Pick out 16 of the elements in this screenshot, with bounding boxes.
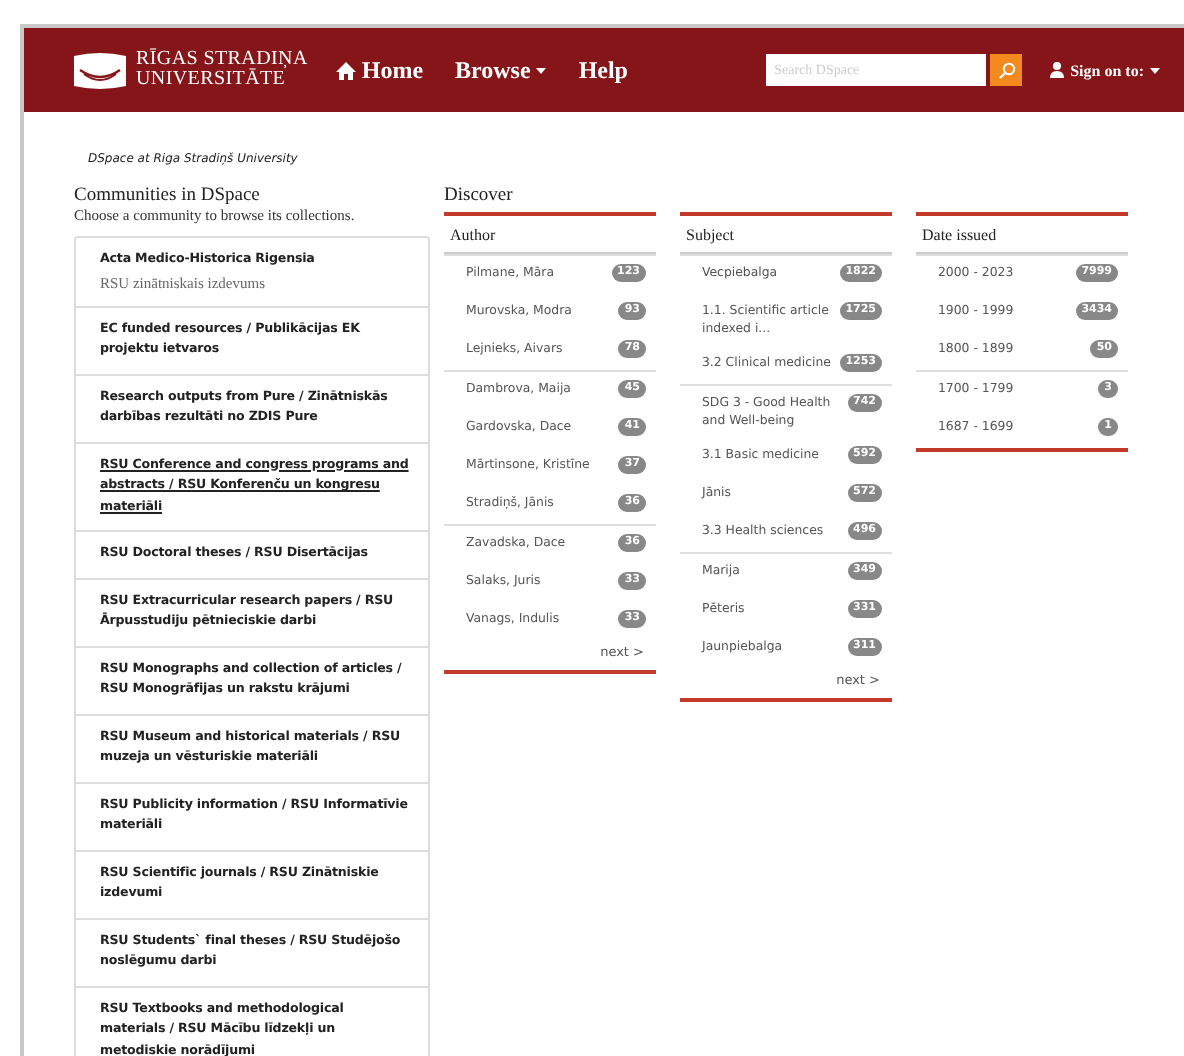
- nav-link[interactable]: Help: [578, 55, 628, 85]
- search-icon: [997, 61, 1016, 79]
- sign-on-menu[interactable]: Sign on to:: [1050, 61, 1160, 79]
- nav-link[interactable]: Home: [335, 55, 424, 85]
- user-icon: [1050, 62, 1065, 78]
- nav-link[interactable]: Browse: [455, 55, 547, 85]
- section-title: Communities in DSpace: [74, 186, 262, 206]
- facet-title: Date issued: [916, 216, 1128, 254]
- facet-title: Subject: [680, 216, 892, 254]
- search-button[interactable]: [990, 54, 1023, 86]
- home-icon: [335, 61, 356, 79]
- caret-icon: [1150, 67, 1160, 73]
- logo-text[interactable]: RĪGAS STRADIŅA UNIVERSITĀTE: [136, 50, 308, 90]
- logo-icon: [74, 51, 126, 89]
- section-title: Discover: [444, 186, 515, 206]
- facet-title: Author: [444, 216, 656, 254]
